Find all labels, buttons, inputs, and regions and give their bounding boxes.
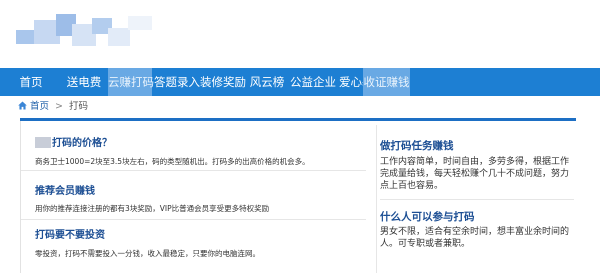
site-logo[interactable] bbox=[16, 14, 156, 50]
info-divider bbox=[380, 199, 574, 200]
info-text-task: 工作内容简单，时间自由，多劳多得，根据工作完成量给钱，每天轻松赚个几十不成问题，… bbox=[380, 157, 570, 191]
breadcrumb-separator: > bbox=[55, 101, 63, 112]
breadcrumb-home[interactable]: 首页 bbox=[30, 101, 49, 112]
column-divider bbox=[376, 125, 377, 273]
blurred-mark bbox=[35, 137, 51, 148]
home-icon bbox=[18, 101, 27, 110]
info-title-task: 做打码任务赚钱 bbox=[380, 140, 454, 152]
nav-item-charity[interactable]: 公益企业 bbox=[290, 68, 336, 96]
nav-item-captcha[interactable]: 云赚打码 bbox=[108, 68, 154, 96]
faq-item-investment: 打码要不要投资 零投资，打码不需要投入一分钱，收入最稳定，只要你的电脑连网。 bbox=[21, 220, 366, 273]
breadcrumb: 首页 > 打码 bbox=[18, 100, 88, 114]
faq-text-price: 商务卫士1000=2块至3.5块左右，码的类型随机出。打码多的出高价格的机会多。 bbox=[35, 157, 310, 166]
faq-title-referral[interactable]: 推荐会员赚钱 bbox=[35, 182, 95, 197]
faq-item-price: 打码的价格？ 商务卫士1000=2块至3.5块左右，码的类型随机出。打码多的出高… bbox=[21, 121, 366, 171]
info-title-who: 什么人可以参与打码 bbox=[380, 211, 475, 223]
info-sidebar: 做打码任务赚钱 工作内容简单，时间自由，多劳多得，根据工作完成量给钱，每天轻松赚… bbox=[380, 121, 576, 273]
nav-item-cert-earn[interactable]: 收证赚钱 bbox=[363, 68, 410, 96]
site-header bbox=[0, 0, 600, 68]
nav-item-decoration[interactable]: 装修奖励 bbox=[200, 68, 246, 96]
content-panel: 打码的价格？ 商务卫士1000=2块至3.5块左右，码的类型随机出。打码多的出高… bbox=[20, 118, 576, 273]
nav-item-electricity[interactable]: 送电费 bbox=[60, 68, 108, 96]
faq-text-investment: 零投资，打码不需要投入一分钱，收入最稳定，只要你的电脑连网。 bbox=[35, 249, 260, 258]
nav-item-home[interactable]: 首页 bbox=[10, 68, 52, 96]
nav-item-ranking[interactable]: 风云榜 bbox=[246, 68, 288, 96]
faq-item-referral: 推荐会员赚钱 用你的推荐连接注册的都有3块奖励，VIP比普通会员享受更多特权奖励 bbox=[21, 171, 366, 220]
main-nav: 首页 送电费 云赚打码 答题录入 装修奖励 风云榜 公益企业 爱心基地 收证赚钱 bbox=[0, 68, 600, 96]
nav-item-answer-entry[interactable]: 答题录入 bbox=[154, 68, 200, 96]
faq-text-referral: 用你的推荐连接注册的都有3块奖励，VIP比普通会员享受更多特权奖励 bbox=[35, 204, 270, 213]
breadcrumb-current: 打码 bbox=[68, 101, 88, 112]
faq-title-price[interactable]: 打码的价格？ bbox=[35, 134, 112, 149]
faq-title-investment[interactable]: 打码要不要投资 bbox=[35, 226, 105, 241]
info-text-who: 男女不限，适合有空余时间，想丰富业余时间的人。可专职或者兼职。 bbox=[380, 227, 570, 249]
faq-list: 打码的价格？ 商务卫士1000=2块至3.5块左右，码的类型随机出。打码多的出高… bbox=[20, 121, 366, 273]
